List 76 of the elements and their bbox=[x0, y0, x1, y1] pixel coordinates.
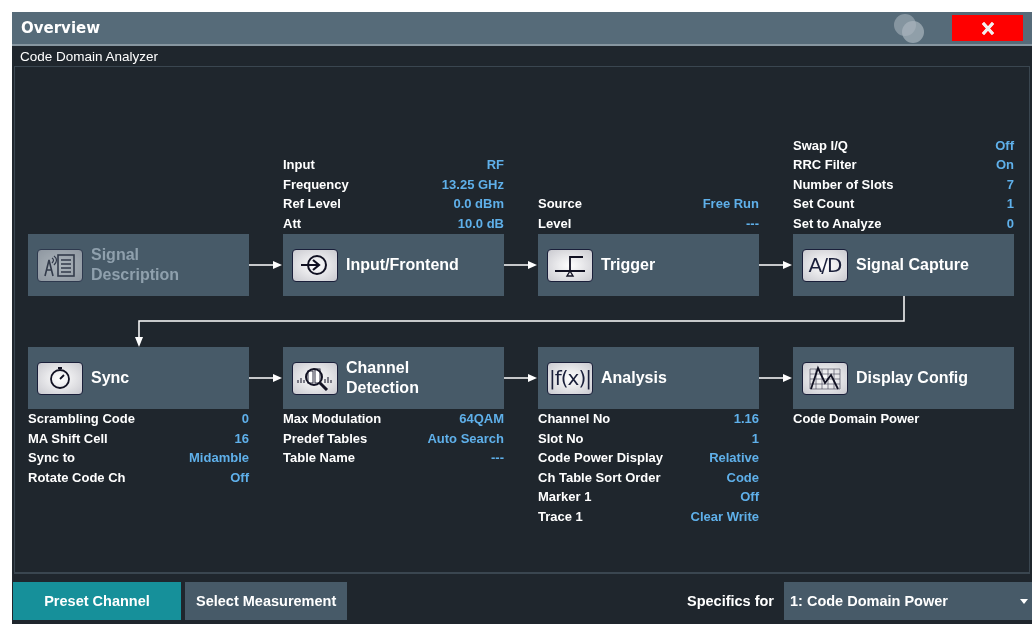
setting-value: Code bbox=[726, 468, 759, 487]
block-button[interactable]: Input/Frontend bbox=[283, 234, 504, 296]
setting-label: Frequency bbox=[283, 175, 349, 194]
setting-label: Sync to bbox=[28, 449, 75, 467]
setting-label: Code Domain Power bbox=[793, 410, 920, 428]
setting-label: Input bbox=[283, 156, 315, 174]
setting-label: Rotate Code Ch bbox=[28, 468, 126, 487]
setting-value: Clear Write bbox=[690, 507, 759, 526]
setting-label: Set to Analyze bbox=[793, 214, 882, 233]
specifics-label: Specifics for bbox=[686, 593, 774, 609]
flow-arrow bbox=[249, 373, 283, 383]
function-icon: |f(x)| bbox=[547, 361, 593, 395]
close-button[interactable] bbox=[952, 15, 1023, 41]
setting-label: Trace 1 bbox=[538, 507, 583, 526]
setting-label: Max Modulation bbox=[283, 410, 382, 428]
window-title: Overview bbox=[21, 19, 102, 37]
setting-value: 1 bbox=[751, 429, 759, 448]
setting-value: RF bbox=[486, 156, 504, 174]
window-subtitle: Code Domain Analyzer bbox=[19, 48, 160, 66]
chart-icon bbox=[802, 361, 848, 395]
setting-value: 1 bbox=[1006, 195, 1014, 213]
flow-arrow bbox=[759, 260, 793, 270]
setting-label: Number of Slots bbox=[793, 175, 894, 194]
setting-value: Off bbox=[230, 468, 249, 487]
setting-value: Auto Search bbox=[427, 429, 504, 448]
setting-label: Predef Tables bbox=[283, 429, 368, 448]
flow-arrow bbox=[759, 373, 793, 383]
setting-label: Scrambling Code bbox=[28, 410, 135, 428]
setting-value: 1.16 bbox=[733, 410, 759, 428]
flow-arrow bbox=[249, 260, 283, 270]
setting-label: Swap I/Q bbox=[793, 136, 848, 155]
setting-label: MA Shift Cell bbox=[28, 429, 108, 448]
setting-value: Midamble bbox=[189, 449, 249, 467]
block-button[interactable]: Trigger bbox=[538, 234, 759, 296]
setting-label: Ref Level bbox=[283, 195, 341, 213]
setting-value: Off bbox=[995, 136, 1014, 155]
caret-icon bbox=[1020, 598, 1028, 604]
preset-channel-button[interactable]: Preset Channel bbox=[13, 582, 181, 620]
specifics-dropdown[interactable]: 1: Code Domain Power bbox=[784, 582, 1032, 620]
circles-icon bbox=[892, 12, 926, 44]
function-icon: A/D bbox=[802, 248, 848, 282]
select-measurement-button[interactable]: Select Measurement bbox=[185, 582, 348, 620]
setting-label: RRC Filter bbox=[793, 156, 857, 174]
setting-value: 16 bbox=[234, 429, 249, 448]
flow-arrow bbox=[504, 260, 538, 270]
flow-arrow bbox=[504, 373, 538, 383]
setting-value: 0 bbox=[1006, 214, 1014, 233]
setting-value: --- bbox=[491, 449, 504, 467]
block-button[interactable]: |f(x)| Analysis bbox=[538, 347, 759, 409]
setting-value: 0.0 dBm bbox=[453, 195, 504, 213]
setting-label: Channel No bbox=[538, 410, 611, 428]
setting-value: Off bbox=[740, 488, 759, 506]
setting-value: 64QAM bbox=[459, 410, 504, 428]
setting-value: On bbox=[995, 156, 1014, 174]
close-icon bbox=[980, 21, 995, 35]
block-button[interactable]: Display Config bbox=[793, 347, 1014, 409]
setting-value: 13.25 GHz bbox=[441, 175, 504, 194]
trigger-icon bbox=[547, 248, 593, 282]
setting-value: 0 bbox=[241, 410, 249, 428]
setting-label: Source bbox=[538, 195, 583, 213]
setting-label: Marker 1 bbox=[538, 488, 592, 506]
setting-label: Level bbox=[538, 214, 572, 233]
setting-value: Relative bbox=[709, 449, 759, 467]
setting-label: Table Name bbox=[283, 449, 355, 467]
setting-label: Att bbox=[283, 214, 302, 233]
setting-label: Slot No bbox=[538, 429, 584, 448]
setting-label: Ch Table Sort Order bbox=[538, 468, 661, 487]
setting-value: 7 bbox=[1006, 175, 1014, 194]
setting-label: Set Count bbox=[793, 195, 855, 213]
setting-label: Code Power Display bbox=[538, 449, 663, 467]
setting-value: --- bbox=[746, 214, 759, 233]
block-button[interactable]: A/D Signal Capture bbox=[793, 234, 1014, 296]
setting-value: 10.0 dB bbox=[457, 214, 504, 233]
block-button[interactable]: Channel Detection bbox=[283, 347, 504, 409]
setting-value: Free Run bbox=[702, 195, 759, 213]
block-button[interactable]: Sync bbox=[28, 347, 249, 409]
